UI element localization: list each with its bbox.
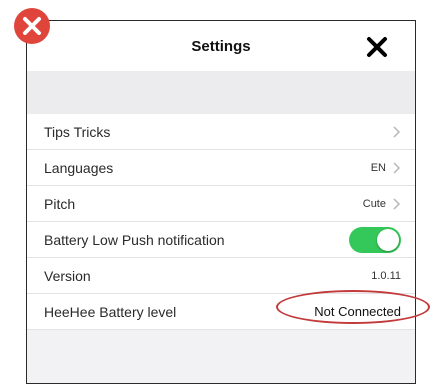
empty-area	[27, 330, 415, 383]
section-spacer	[27, 71, 415, 114]
row-pitch[interactable]: Pitch Cute	[27, 186, 415, 222]
language-value: EN	[370, 161, 386, 174]
row-languages[interactable]: Languages EN	[27, 150, 415, 186]
row-label: Battery Low Push notification	[44, 231, 225, 248]
page-title: Settings	[191, 38, 251, 55]
row-tips-tricks[interactable]: Tips Tricks	[27, 114, 415, 150]
row-battery-low-notification: Battery Low Push notification	[27, 222, 415, 258]
toggle-knob	[377, 228, 399, 251]
battery-low-toggle[interactable]	[349, 226, 401, 253]
chevron-right-icon	[393, 197, 401, 210]
row-label: Version	[44, 267, 91, 284]
row-version: Version 1.0.11	[27, 258, 415, 294]
chevron-right-icon	[393, 125, 401, 138]
close-icon[interactable]	[366, 36, 388, 58]
settings-screen: Settings Tips Tricks Languages EN Pitch …	[26, 20, 416, 384]
pitch-value: Cute	[362, 197, 386, 210]
header-bar: Settings	[27, 21, 415, 72]
row-label: HeeHee Battery level	[44, 303, 177, 320]
highlight-ellipse	[276, 290, 430, 324]
chevron-right-icon	[393, 161, 401, 174]
red-x-icon	[14, 8, 50, 44]
x-mark-icon	[23, 17, 41, 35]
version-value: 1.0.11	[371, 269, 401, 282]
row-label: Tips Tricks	[44, 123, 111, 140]
row-label: Languages	[44, 159, 114, 176]
row-label: Pitch	[44, 195, 76, 212]
